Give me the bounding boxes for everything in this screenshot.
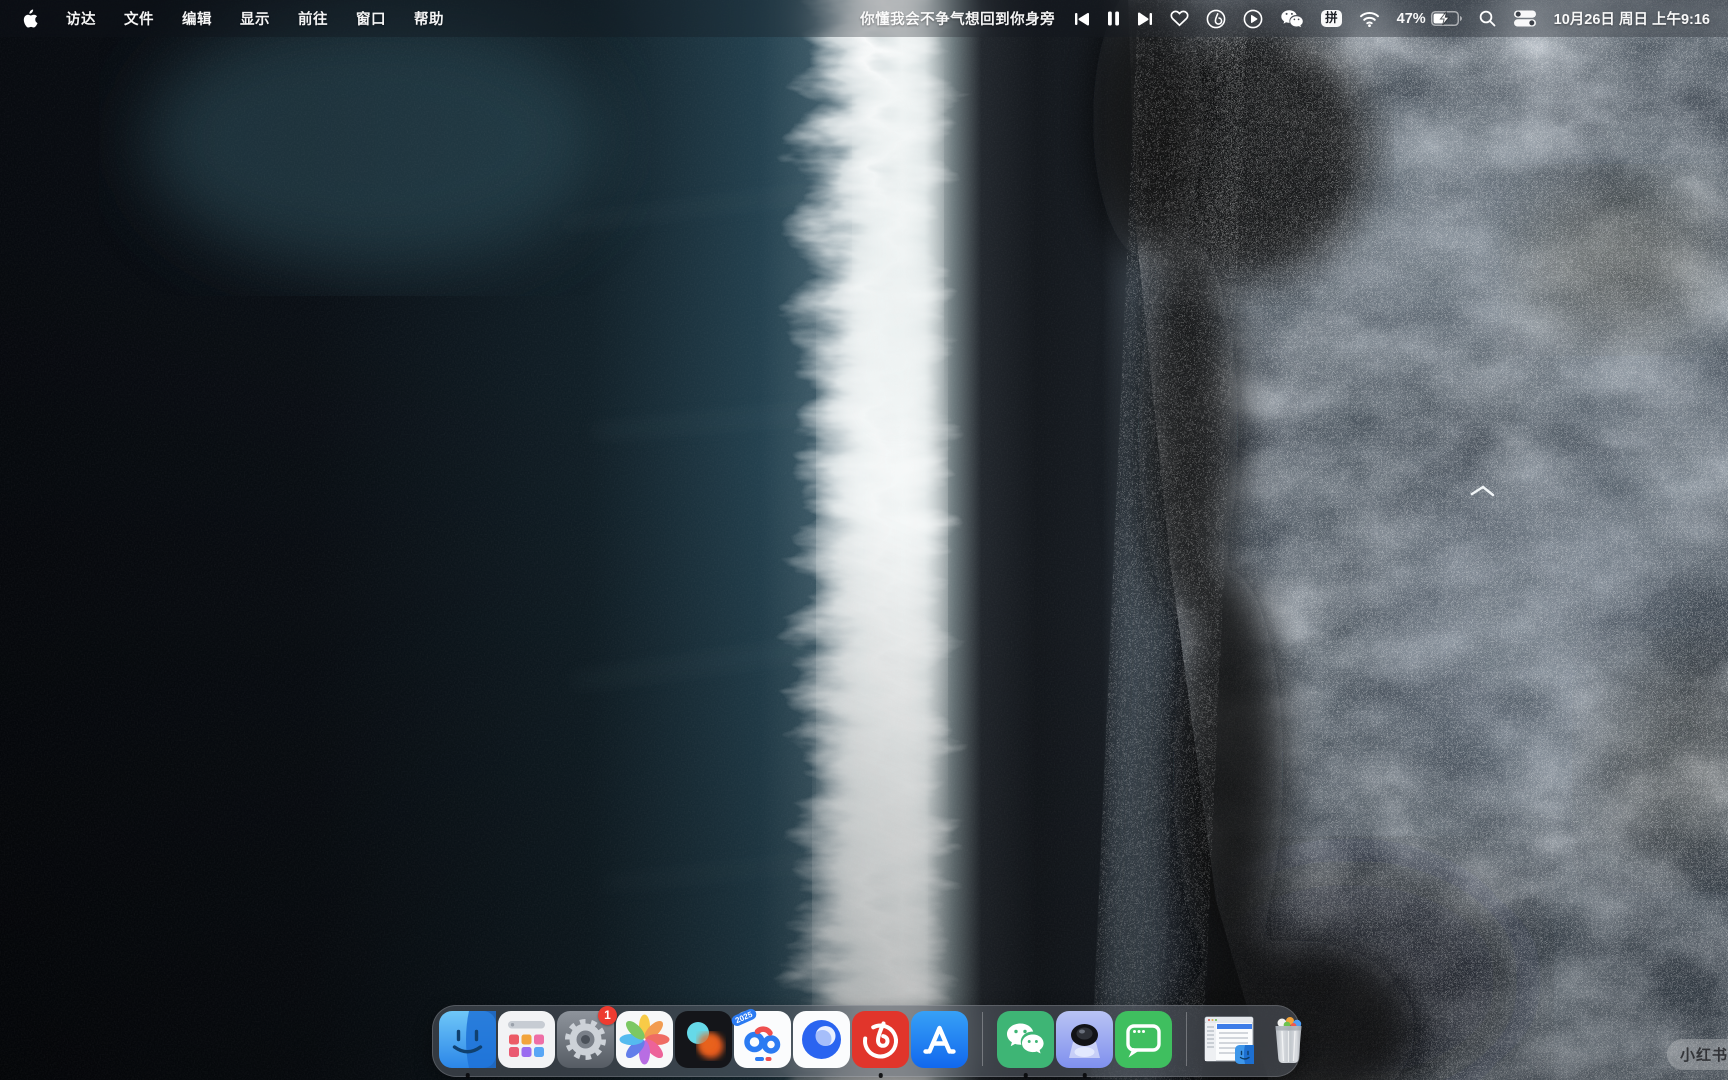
minimized-finder-window-thumbnail <box>1204 1016 1254 1064</box>
app-store-icon <box>911 1010 968 1068</box>
quark-browser-icon <box>793 1010 850 1068</box>
menu-window[interactable]: 窗口 <box>356 8 386 29</box>
running-indicator <box>465 1073 470 1078</box>
dock: 1 2025 <box>432 1005 1302 1078</box>
dock-icon-finder[interactable] <box>439 1010 496 1078</box>
dock-icon-smart-lens-device[interactable] <box>1056 1010 1113 1078</box>
watermark: 小红书 <box>1666 1039 1728 1070</box>
menu-bar-status: 你懂我会不争气想回到你身旁 拼 47% 10月26日 周日 上午9:16 <box>860 8 1728 30</box>
dock-divider <box>982 1012 983 1066</box>
dock-icon-app-store[interactable] <box>911 1010 968 1068</box>
wallpaper-image <box>0 0 1728 1080</box>
wifi-icon[interactable] <box>1359 8 1380 30</box>
dock-icon-system-settings[interactable]: 1 <box>557 1005 617 1068</box>
watermark-text: 小红书 <box>1679 1047 1728 1064</box>
finder-badge <box>1235 1044 1254 1064</box>
menu-bar: 访达 文件 编辑 显示 前往 窗口 帮助 你懂我会不争气想回到你身旁 拼 47%… <box>0 0 1728 37</box>
trash-full-icon <box>1275 1016 1302 1063</box>
dock-icon-baidu-netdisk[interactable]: 2025 <box>729 1006 791 1068</box>
dock-icon-photos[interactable] <box>616 1010 673 1068</box>
netease-cloud-music-icon <box>852 1010 909 1068</box>
menu-bar-clock[interactable]: 10月26日 周日 上午9:16 <box>1554 8 1710 29</box>
green-messages-icon <box>1115 1010 1172 1068</box>
apple-menu[interactable] <box>22 9 38 28</box>
dock-divider <box>1186 1012 1187 1066</box>
next-track-icon[interactable] <box>1137 8 1153 30</box>
photo-editor-icon <box>675 1010 732 1068</box>
now-playing-title[interactable]: 你懂我会不争气想回到你身旁 <box>860 8 1055 29</box>
menu-view[interactable]: 显示 <box>240 8 270 29</box>
menu-file[interactable]: 文件 <box>124 8 154 29</box>
dock-icon-green-messages[interactable] <box>1115 1010 1172 1068</box>
photos-icon <box>616 1010 673 1068</box>
heart-icon[interactable] <box>1170 8 1189 30</box>
menu-bar-left: 访达 文件 编辑 显示 前往 窗口 帮助 <box>0 8 444 29</box>
pause-icon[interactable] <box>1107 8 1120 30</box>
dock-minimized-finder-window[interactable] <box>1201 1011 1258 1068</box>
dock-icon-wechat[interactable] <box>997 1010 1054 1078</box>
menu-go[interactable]: 前往 <box>298 8 328 29</box>
smart-lens-device-icon <box>1056 1010 1113 1068</box>
battery-percent: 47% <box>1396 10 1426 27</box>
search-icon[interactable] <box>1479 8 1496 30</box>
dock-icon-photo-editor[interactable] <box>675 1010 732 1068</box>
wechat-icon <box>997 1010 1054 1068</box>
wechat-status-icon[interactable] <box>1280 8 1304 30</box>
input-method-indicator[interactable]: 拼 <box>1321 10 1342 27</box>
control-center-icon[interactable] <box>1513 8 1537 30</box>
launchpad-icon <box>498 1010 555 1068</box>
previous-track-icon[interactable] <box>1074 8 1090 30</box>
menu-help[interactable]: 帮助 <box>414 8 444 29</box>
netease-music-icon[interactable] <box>1206 8 1226 30</box>
desktop: 访达 文件 编辑 显示 前往 窗口 帮助 你懂我会不争气想回到你身旁 拼 47%… <box>0 0 1728 1080</box>
dock-icon-trash[interactable] <box>1260 1011 1317 1068</box>
running-indicator <box>878 1073 883 1078</box>
apple-logo-icon <box>23 9 38 28</box>
dock-icon-netease-cloud-music[interactable] <box>852 1010 909 1078</box>
now-playing-icon[interactable] <box>1243 8 1263 30</box>
running-indicator <box>1082 1073 1087 1078</box>
menu-edit[interactable]: 编辑 <box>182 8 212 29</box>
finder-icon <box>439 1010 496 1068</box>
running-indicator <box>1023 1073 1028 1078</box>
notification-badge: 1 <box>598 1005 617 1025</box>
battery-charging-icon <box>1430 11 1462 26</box>
dock-icon-launchpad[interactable] <box>498 1010 555 1068</box>
dock-icon-quark-browser[interactable] <box>793 1010 850 1068</box>
menu-app-name[interactable]: 访达 <box>66 8 96 29</box>
battery-status[interactable]: 47% <box>1397 11 1462 27</box>
